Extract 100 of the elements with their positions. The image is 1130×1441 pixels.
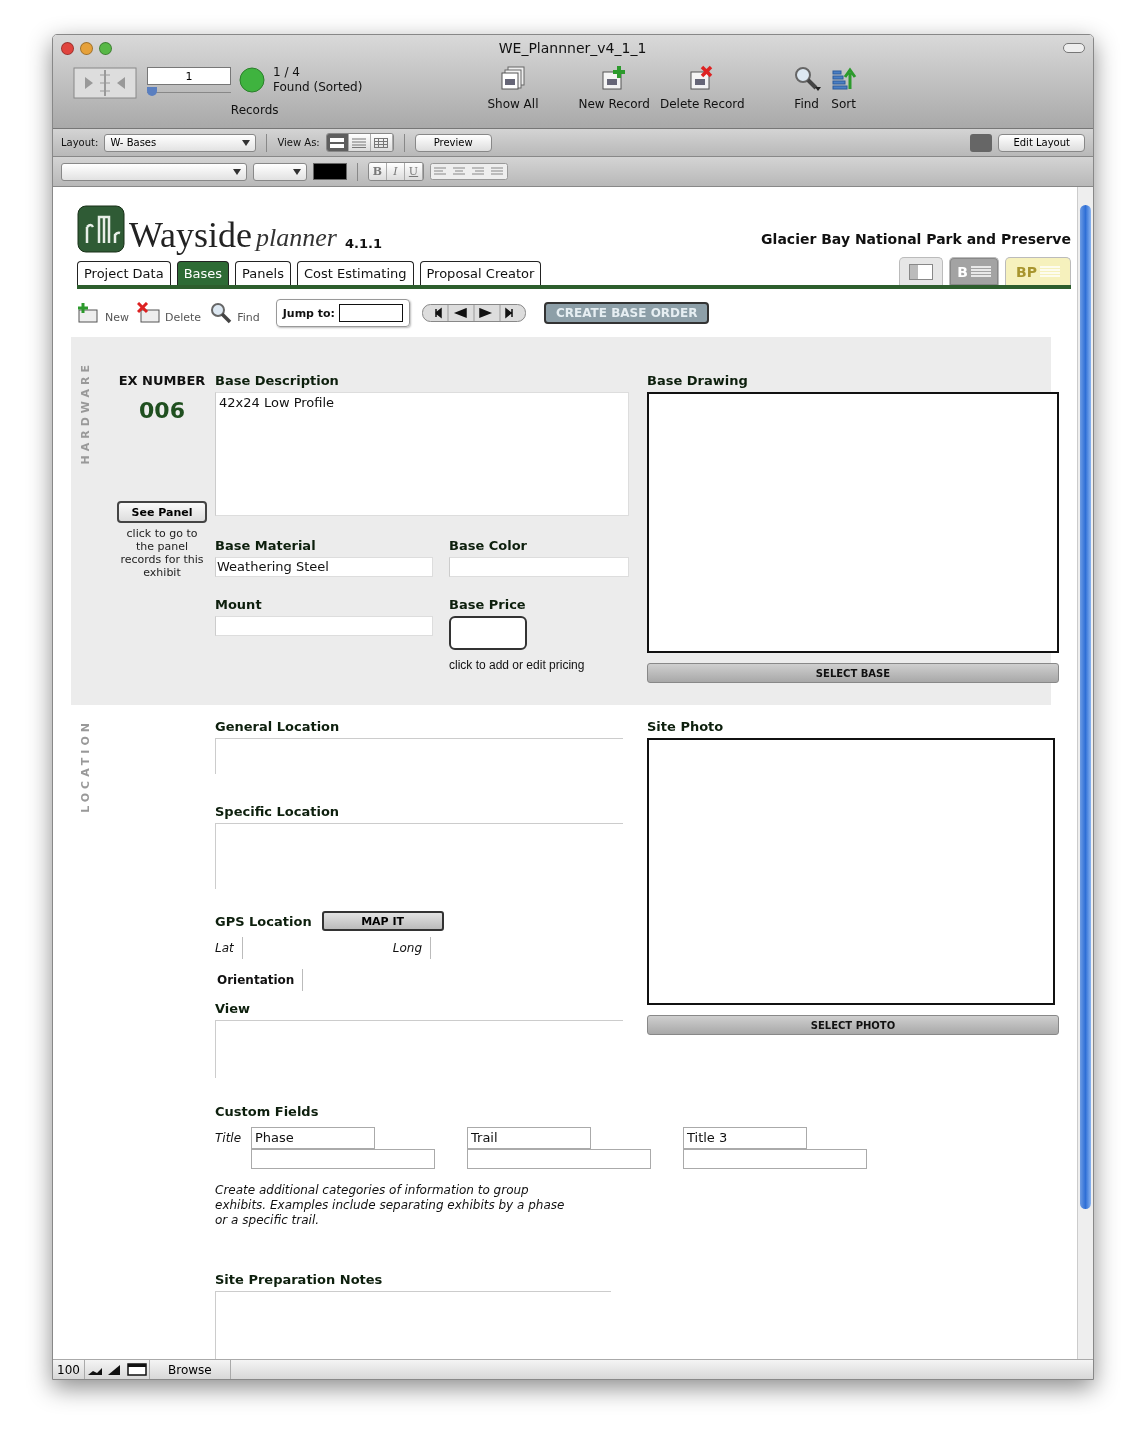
mode-label[interactable]: Browse [148,1360,231,1379]
dropdown-arrow-icon [233,168,241,175]
panel-view-icon [909,263,933,280]
record-navigation-icon[interactable] [422,304,526,322]
text-color-swatch[interactable] [313,163,347,180]
view-mode-selector[interactable] [325,133,394,152]
scroll-bar[interactable] [1077,187,1093,1359]
price-field[interactable] [449,616,527,650]
lat-label: Lat [215,941,234,955]
view-mode-button[interactable] [348,134,371,151]
text-style-button[interactable]: B [369,163,387,180]
text-align-icon[interactable] [430,163,508,180]
view-mode-button[interactable] [326,134,349,151]
ex-number: 006 [139,398,185,423]
park-name: Glacier Bay National Park and Preserve [761,231,1071,247]
action-button[interactable]: New [77,302,129,324]
see-panel-button[interactable]: See Panel [117,501,207,523]
minimize-window-button[interactable] [80,41,93,55]
material-field[interactable]: Weathering Steel [215,557,433,577]
field-label: Site Photo [647,719,725,734]
select-photo-button[interactable]: SELECT PHOTO [647,1015,1059,1035]
zoom-window-button[interactable] [99,41,112,55]
text-style-button[interactable]: I [387,163,405,180]
lines-icon [970,265,991,278]
logo-suffix: planner [256,223,337,253]
view-as-label: View As: [277,137,320,148]
record-plus-icon [601,65,628,91]
color-field[interactable] [449,557,629,577]
action-button[interactable]: Find [209,302,260,324]
close-window-button[interactable] [61,41,74,55]
field-label: Base Material [215,538,317,553]
long-label: Long [392,941,422,955]
found-pie-icon [239,67,265,93]
custom-value-field[interactable] [467,1149,651,1169]
field-label: Base Color [449,538,529,553]
tab[interactable]: Bases [176,261,230,285]
search-icon [209,302,234,324]
action-button[interactable]: Delete [137,302,202,324]
custom-title-field[interactable]: Phase [251,1127,375,1149]
field-label: Site Preparation Notes [215,1272,384,1287]
preview-button[interactable]: Preview [414,133,492,152]
status-toolbar-icon[interactable] [124,1360,149,1379]
logo-icon [77,205,125,253]
record-x-icon [137,302,161,324]
text-style-button[interactable]: U [405,163,423,180]
view-mode-button[interactable] [370,134,393,151]
field-label: Specific Location [215,804,341,819]
tab[interactable]: Cost Estimating [296,261,414,285]
tab[interactable]: Proposal Creator [419,261,542,285]
lines-icon [1039,265,1060,278]
book-navigation-icon[interactable] [73,67,137,99]
font-dropdown[interactable] [61,162,247,181]
field-label: Orientation [217,973,295,987]
price-hint: click to add or edit pricing [449,658,585,672]
edit-layout-button[interactable]: Edit Layout [998,133,1085,152]
window-title: WE_Plannner_v4_1_1 [497,40,648,56]
search-icon [792,65,821,91]
description-field[interactable]: 42x24 Low Profile [215,392,629,516]
custom-value-field[interactable] [683,1149,867,1169]
sort-icon [830,65,857,91]
text-style-selector[interactable]: B I U [368,162,424,181]
field-label: GPS Location [215,913,312,929]
logo-wordmark: Wayside [129,217,253,253]
jump-to-label: Jump to: [282,306,335,320]
toolbar-button[interactable]: Delete Record [659,65,745,111]
toolbar-toggle-button[interactable] [1063,43,1085,53]
tab[interactable]: Panels [235,261,291,285]
custom-title-field[interactable]: Trail [467,1127,591,1149]
layout-label: Layout: [61,137,99,148]
field-label: Mount [215,597,263,612]
mount-field[interactable] [215,616,433,636]
jump-to-field[interactable] [339,304,403,322]
view-switch-button[interactable] [899,257,943,285]
zoom-level[interactable]: 100 [53,1360,85,1379]
custom-fields-help: Create additional categories of information to group exhibits. Examples include separating exhibits by a phase or a specific trail. [215,1183,565,1228]
select-base-button[interactable]: SELECT BASE [647,663,1059,683]
toolbar-button[interactable]: Sort [830,65,857,111]
custom-value-field[interactable] [251,1149,435,1169]
map-it-button[interactable]: MAP IT [321,911,444,931]
toolbar-button[interactable]: New Record [578,65,650,111]
section-label: HARDWARE [79,361,92,465]
site-notes-field[interactable] [215,1291,611,1359]
field-label: Base Price [449,597,526,612]
section-label: LOCATION [79,719,92,813]
layout-dropdown[interactable]: W- Bases [104,133,257,152]
toolbar-button[interactable]: Show All [487,65,539,111]
font-size-dropdown[interactable] [253,162,307,181]
custom-title-field[interactable]: Title 3 [683,1127,807,1149]
record-plus-icon [77,302,101,324]
record-number-field[interactable]: 1 [147,67,231,85]
records-stack-icon [499,65,526,91]
field-label: Base Description [215,373,340,388]
dropdown-arrow-icon [293,168,301,175]
list-view-icon [352,137,367,148]
tab[interactable]: Project Data [77,261,171,285]
field-label: Custom Fields [215,1104,320,1119]
field-label: View [215,1001,252,1016]
record-slider[interactable] [147,87,231,93]
toolbar-button[interactable]: Find [792,65,821,111]
slider-thumb[interactable] [147,87,157,96]
